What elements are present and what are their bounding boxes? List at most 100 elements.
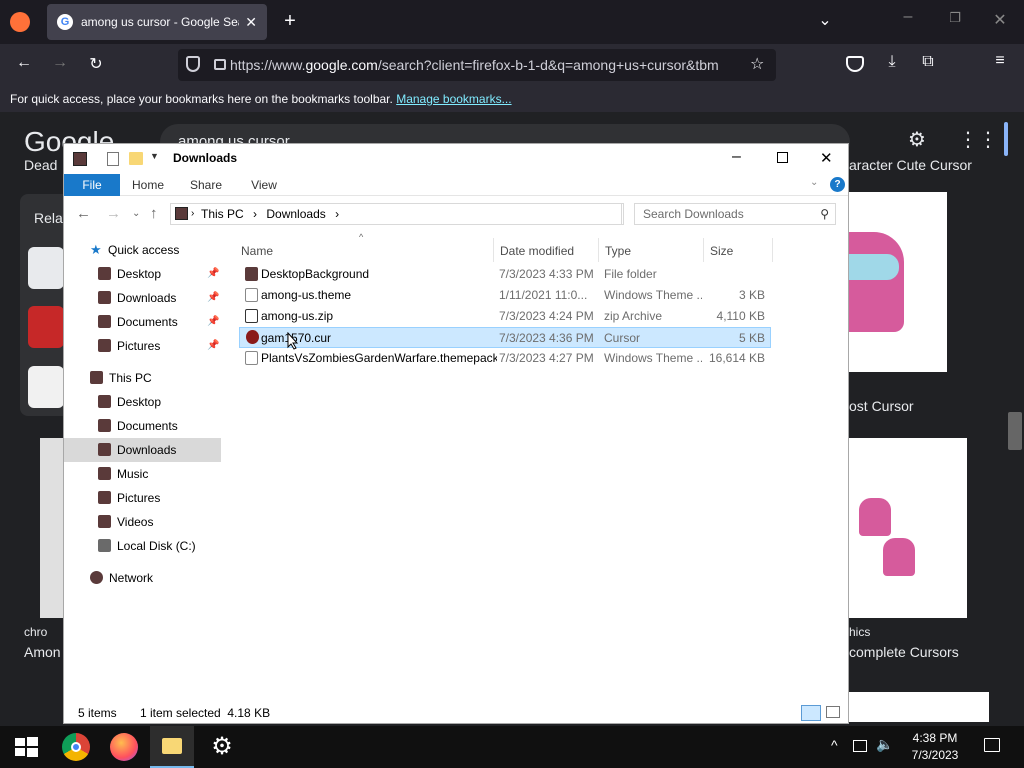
show-hidden-icons-icon[interactable]: ^ xyxy=(831,737,838,753)
lock-icon[interactable] xyxy=(214,59,226,70)
search-downloads-input[interactable]: Search Downloads ⚲ xyxy=(634,203,836,225)
image-result-crewmate-group[interactable] xyxy=(849,438,967,618)
properties-qa-icon[interactable] xyxy=(107,152,119,166)
file-row-selected[interactable]: gam1570.cur 7/3/2023 4:36 PM Cursor 5 KB xyxy=(239,327,771,348)
qa-dropdown-icon[interactable]: ▼ xyxy=(150,151,159,161)
nav-pc-documents[interactable]: Documents xyxy=(64,414,221,438)
url-bar[interactable]: https://www.google.com/search?client=fir… xyxy=(178,49,776,81)
nav-quick-access[interactable]: ★ Quick access xyxy=(64,238,221,262)
related-thumb-2[interactable] xyxy=(28,306,64,348)
apps-grid-icon[interactable]: ⋮⋮ xyxy=(958,127,998,152)
file-row[interactable]: PlantsVsZombiesGardenWarfare.themepack 7… xyxy=(239,348,771,369)
col-type[interactable]: Type xyxy=(605,244,631,258)
related-thumb-1[interactable] xyxy=(28,247,64,289)
list-tabs-icon[interactable]: ⌄ xyxy=(815,10,835,30)
nav-qa-downloads[interactable]: Downloads 📌 xyxy=(64,286,221,310)
shield-icon[interactable] xyxy=(186,56,200,72)
windows-start-icon[interactable] xyxy=(12,733,40,761)
new-folder-qa-icon[interactable] xyxy=(129,152,143,165)
col-divider[interactable] xyxy=(772,238,773,262)
details-view-icon[interactable] xyxy=(801,705,821,721)
pin-icon: 📌 xyxy=(207,316,220,327)
col-date-modified[interactable]: Date modified xyxy=(500,244,574,258)
notifications-icon[interactable] xyxy=(984,738,1000,752)
scrollbar-track[interactable] xyxy=(1004,122,1008,156)
ribbon-expand-icon[interactable]: ⌄ xyxy=(810,177,818,188)
tab-view[interactable]: View xyxy=(242,174,286,196)
nav-pc-videos[interactable]: Videos xyxy=(64,510,221,534)
file-row[interactable]: DesktopBackground 7/3/2023 4:33 PM File … xyxy=(239,264,771,285)
hamburger-menu-icon[interactable]: ≡ xyxy=(990,52,1010,70)
col-name[interactable]: Name xyxy=(241,244,273,258)
nav-network[interactable]: Network xyxy=(64,566,221,590)
pc-location-icon xyxy=(175,207,188,220)
scrollbar-thumb[interactable] xyxy=(1008,412,1022,450)
tab-share[interactable]: Share xyxy=(184,174,228,196)
clock-date: 7/3/2023 xyxy=(911,748,959,762)
image-result-left[interactable] xyxy=(40,438,64,618)
nav-qa-desktop[interactable]: Desktop 📌 xyxy=(64,262,221,286)
tab-home[interactable]: Home xyxy=(126,174,170,196)
nav-qa-documents[interactable]: Documents 📌 xyxy=(64,310,221,334)
address-refresh-button[interactable] xyxy=(604,203,624,225)
network-tray-icon[interactable] xyxy=(853,740,867,752)
col-divider[interactable] xyxy=(493,238,494,262)
bookmark-star-icon[interactable]: ☆ xyxy=(750,54,764,74)
explorer-back-icon[interactable]: ← xyxy=(76,205,91,222)
explorer-minimize-icon[interactable]: – xyxy=(732,148,741,166)
chrome-icon[interactable] xyxy=(62,733,90,761)
settings-gear-icon[interactable]: ⚙ xyxy=(908,127,926,152)
close-tab-icon[interactable]: ✕ xyxy=(245,14,257,31)
col-size[interactable]: Size xyxy=(710,244,733,258)
explorer-close-icon[interactable]: ✕ xyxy=(820,149,833,167)
breadcrumb-downloads[interactable]: Downloads xyxy=(266,207,325,221)
downloads-icon[interactable]: ⤓ xyxy=(882,53,902,71)
nav-pc-desktop[interactable]: Desktop xyxy=(64,390,221,414)
reload-icon[interactable]: ↻ xyxy=(86,54,106,74)
firefox-menu-icon[interactable] xyxy=(10,12,30,32)
up-folder-icon[interactable]: ↑ xyxy=(150,205,158,222)
col-divider[interactable] xyxy=(703,238,704,262)
restore-icon[interactable]: ❐ xyxy=(945,10,965,26)
nav-this-pc[interactable]: This PC xyxy=(64,366,221,390)
close-window-icon[interactable]: ✕ xyxy=(990,10,1010,30)
address-bar[interactable]: › This PC › Downloads › xyxy=(170,203,622,225)
bookmarks-toolbar: For quick access, place your bookmarks h… xyxy=(0,86,1024,112)
col-divider[interactable] xyxy=(598,238,599,262)
extensions-icon[interactable]: ⧉ xyxy=(918,53,938,71)
browser-tab[interactable]: G among us cursor - Google Sea ✕ xyxy=(47,4,267,40)
file-row[interactable]: among-us.zip 7/3/2023 4:24 PM zip Archiv… xyxy=(239,306,771,327)
file-row[interactable]: among-us.theme 1/11/2021 11:0... Windows… xyxy=(239,285,771,306)
explorer-titlebar[interactable]: ▼ Downloads – ✕ xyxy=(64,144,848,174)
large-icons-view-icon[interactable] xyxy=(826,706,840,718)
settings-taskbar-icon[interactable]: ⚙ xyxy=(208,733,236,761)
nav-pc-music[interactable]: Music xyxy=(64,462,221,486)
explorer-app-icon[interactable] xyxy=(73,152,87,166)
back-icon[interactable]: ← xyxy=(14,54,34,72)
crewmate-2 xyxy=(883,538,915,576)
explorer-maximize-icon[interactable] xyxy=(777,152,788,163)
new-tab-icon[interactable]: + xyxy=(280,10,300,33)
pocket-icon[interactable] xyxy=(846,56,864,72)
nav-pc-downloads[interactable]: Downloads xyxy=(64,438,221,462)
image-result-bottom[interactable] xyxy=(849,692,989,722)
taskbar: ⚙ ^ 🔈 4:38 PM 7/3/2023 xyxy=(0,726,1024,768)
file-explorer-taskbar-icon[interactable] xyxy=(150,726,194,768)
breadcrumb-this-pc[interactable]: This PC xyxy=(201,207,244,221)
firefox-taskbar-icon[interactable] xyxy=(110,733,138,761)
taskbar-clock[interactable]: 4:38 PM 7/3/2023 xyxy=(890,730,980,764)
tab-file[interactable]: File xyxy=(64,174,120,196)
nav-pc-pictures[interactable]: Pictures xyxy=(64,486,221,510)
explorer-forward-icon[interactable]: → xyxy=(106,205,121,222)
recent-locations-icon[interactable]: ⌄ xyxy=(132,208,140,219)
file-type: Windows Theme ... xyxy=(604,351,702,365)
image-result-pink-crewmate[interactable] xyxy=(849,192,947,372)
manage-bookmarks-link[interactable]: Manage bookmarks... xyxy=(396,92,511,106)
forward-icon[interactable]: → xyxy=(50,54,70,72)
browser-navbar: ← → ↻ https://www.google.com/search?clie… xyxy=(0,44,1024,86)
nav-pc-local-disk[interactable]: Local Disk (C:) xyxy=(64,534,221,558)
help-icon[interactable]: ? xyxy=(830,177,845,192)
minimize-icon[interactable]: – xyxy=(898,8,918,26)
related-thumb-3[interactable] xyxy=(28,366,64,408)
nav-qa-pictures[interactable]: Pictures 📌 xyxy=(64,334,221,358)
